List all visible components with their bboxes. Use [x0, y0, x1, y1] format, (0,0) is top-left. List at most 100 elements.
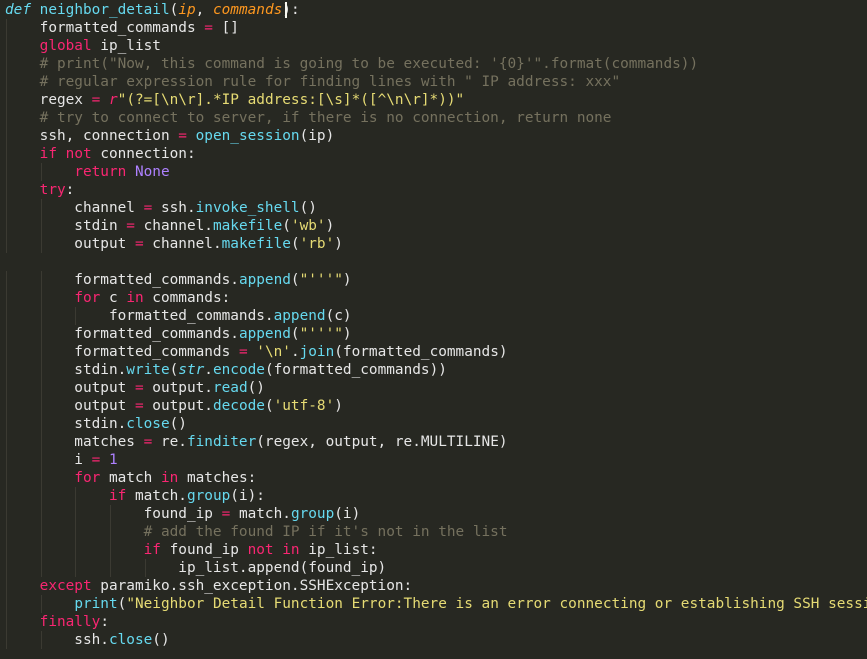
code-line: formatted_commands.append("'''"): [5, 325, 867, 343]
indent-guide: [6, 451, 7, 469]
code-token: except: [39, 578, 92, 594]
code-token: "Neighbor Detail Function Error:There is…: [126, 596, 867, 612]
code-line: stdin.write(str.encode(formatted_command…: [5, 361, 867, 379]
code-line: return None: [5, 163, 867, 181]
indent-guide: [6, 235, 7, 253]
code-token: for: [74, 470, 101, 486]
code-token: (): [299, 200, 317, 216]
code-token: makefile: [221, 236, 291, 252]
code-token: regex: [5, 92, 92, 108]
code-token: (i): [334, 506, 361, 522]
code-token: channel: [5, 200, 144, 216]
code-token: group: [290, 506, 335, 522]
indent-guide: [40, 397, 42, 415]
code-token: ssh.: [152, 200, 196, 216]
indent-guide: [110, 505, 112, 523]
code-line: regex = r"(?=[\n\r].*IP address:[\s]*([^…: [5, 91, 867, 109]
code-token: =: [143, 434, 153, 450]
indent-guide: [40, 631, 42, 649]
code-token: channel.: [134, 218, 213, 234]
code-token: match.: [230, 506, 291, 522]
indent-guide: [40, 199, 42, 217]
code-token: makefile: [212, 218, 283, 234]
code-line: try:: [5, 181, 867, 199]
indent-guide: [6, 109, 7, 127]
code-token: ssh.: [5, 632, 109, 648]
indent-guide: [75, 541, 77, 559]
code-area[interactable]: def neighbor_detail(ip, commands): forma…: [5, 1, 867, 649]
code-token: (: [290, 236, 300, 252]
code-token: commands: [212, 2, 283, 18]
indent-guide: [6, 343, 7, 361]
code-line: # regular expression rule for finding li…: [5, 73, 867, 91]
code-token: try: [39, 182, 66, 198]
code-token: =: [134, 398, 144, 414]
code-token: close: [126, 416, 170, 432]
indent-guide: [40, 451, 42, 469]
code-line: ssh, connection = open_session(ip): [5, 127, 867, 145]
code-token: write: [126, 362, 170, 378]
indent-guide: [6, 307, 7, 325]
code-token: r: [108, 92, 118, 108]
code-token: # print("Now, this command is going to b…: [39, 56, 699, 72]
code-token: channel.: [143, 236, 222, 252]
code-token: (: [290, 272, 300, 288]
code-line: print("Neighbor Detail Function Error:Th…: [5, 595, 867, 613]
indent-guide: [6, 613, 7, 631]
code-token: match.: [126, 488, 187, 504]
code-token: append: [273, 308, 326, 324]
code-token: ): [342, 326, 352, 342]
code-token: (): [247, 380, 265, 396]
code-token: (: [169, 362, 179, 378]
code-token: ip_list:: [299, 542, 378, 558]
code-token: append: [238, 272, 291, 288]
indent-guide: [40, 415, 42, 433]
code-editor[interactable]: def neighbor_detail(ip, commands): forma…: [0, 0, 867, 659]
indent-guide: [6, 541, 7, 559]
code-token: "(?=[\n\r].*IP address:[\s]*([^\n\r]*))": [117, 92, 465, 108]
indent-guide: [40, 307, 42, 325]
code-token: =: [134, 236, 144, 252]
code-line: output = channel.makefile('rb'): [5, 235, 867, 253]
code-line: finally:: [5, 613, 867, 631]
indent-guide: [6, 325, 7, 343]
code-token: global: [39, 38, 92, 54]
indent-guide: [6, 595, 7, 613]
indent-guide: [75, 487, 77, 505]
code-token: (: [282, 218, 291, 234]
code-line: formatted_commands.append("'''"): [5, 271, 867, 289]
code-token: 'rb': [299, 236, 335, 252]
code-token: =: [238, 344, 248, 360]
indent-guide: [75, 505, 77, 523]
code-token: =: [91, 452, 101, 468]
indent-guide: [110, 523, 112, 541]
code-line: output = output.read(): [5, 379, 867, 397]
indent-guide: [6, 469, 7, 487]
indent-guide: [6, 163, 7, 181]
code-token: # try to connect to server, if there is …: [39, 110, 612, 126]
code-token: if: [39, 146, 57, 162]
code-token: ): [342, 272, 352, 288]
code-token: matches:: [178, 470, 257, 486]
indent-guide: [75, 307, 77, 325]
indent-guide: [110, 559, 112, 577]
indent-guide: [40, 271, 42, 289]
code-token: c: [100, 290, 127, 306]
code-token: (: [264, 398, 274, 414]
indent-guide: [6, 217, 7, 235]
code-token: append: [238, 326, 291, 342]
code-token: # regular expression rule for finding li…: [39, 74, 621, 90]
code-token: not: [65, 146, 92, 162]
indent-guide: [6, 73, 7, 91]
code-token: (): [169, 416, 187, 432]
